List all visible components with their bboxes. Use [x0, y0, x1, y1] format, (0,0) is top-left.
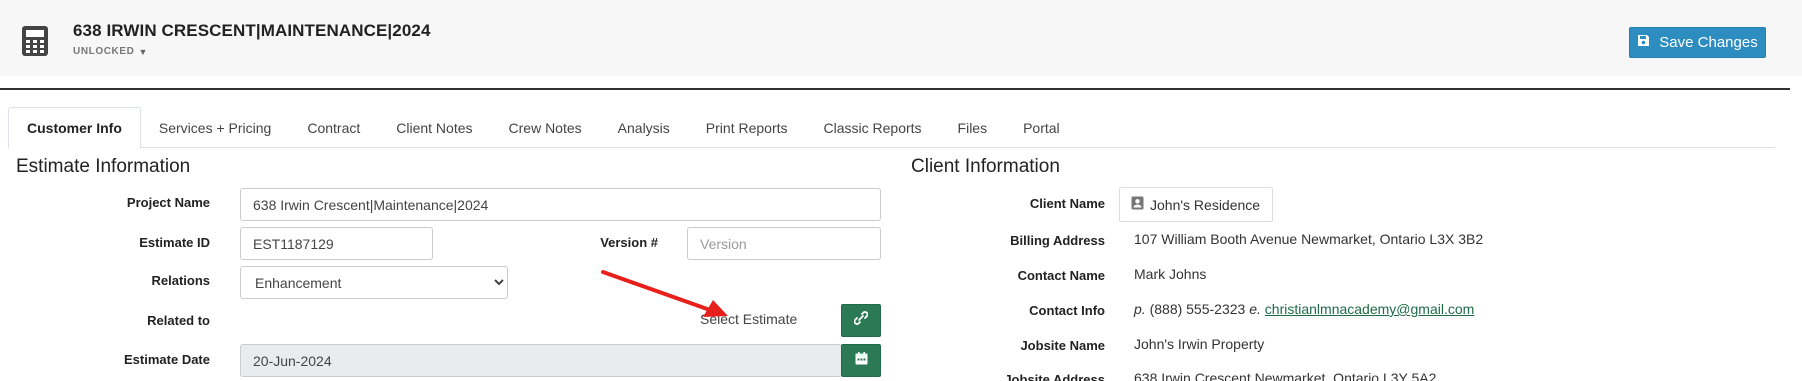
tab-bar: Customer Info Services + Pricing Contrac… — [8, 107, 1775, 149]
jobsite-name-value: John's Irwin Property — [1134, 336, 1265, 352]
jobsite-address-value: 638 Irwin Crescent Newmarket, Ontario L3… — [1134, 370, 1437, 381]
floppy-disk-icon — [1637, 34, 1650, 51]
header-divider — [0, 88, 1790, 90]
tab-crew-notes[interactable]: Crew Notes — [491, 107, 600, 148]
relations-select[interactable]: Enhancement — [240, 266, 508, 299]
tab-customer-info[interactable]: Customer Info — [8, 107, 141, 149]
contact-info-label: Contact Info — [1029, 303, 1105, 318]
client-section-title: Client Information — [911, 156, 1060, 177]
relations-label: Relations — [151, 273, 210, 288]
client-name-chip[interactable]: John's Residence — [1119, 187, 1274, 222]
estimate-id-input[interactable] — [240, 227, 433, 260]
email-prefix: e. — [1249, 301, 1261, 317]
project-name-input[interactable] — [240, 188, 881, 221]
estimate-section-title: Estimate Information — [16, 156, 191, 177]
phone-value: (888) 555-2323 — [1149, 301, 1246, 317]
tab-client-notes[interactable]: Client Notes — [378, 107, 490, 148]
jobsite-address-label: Jobsite Address — [1004, 372, 1105, 381]
billing-address-value: 107 William Booth Avenue Newmarket, Onta… — [1134, 231, 1484, 247]
estimate-date-label: Estimate Date — [124, 352, 210, 367]
version-label: Version # — [600, 235, 658, 250]
save-changes-button[interactable]: Save Changes — [1629, 27, 1766, 58]
project-name-label: Project Name — [126, 195, 210, 210]
select-estimate-label: Select Estimate — [700, 311, 798, 327]
calendar-icon — [855, 351, 868, 370]
client-name-value: John's Residence — [1150, 196, 1261, 213]
tab-analysis[interactable]: Analysis — [600, 107, 688, 148]
tab-portal[interactable]: Portal — [1005, 107, 1078, 148]
lock-status-dropdown[interactable]: UNLOCKED ▼ — [73, 46, 148, 57]
contact-card-icon — [1131, 196, 1144, 213]
date-picker-button[interactable] — [841, 344, 881, 377]
estimate-id-label: Estimate ID — [139, 235, 210, 250]
contact-name-label: Contact Name — [1017, 268, 1105, 283]
related-to-label: Related to — [147, 313, 210, 328]
jobsite-name-label: Jobsite Name — [1020, 338, 1105, 353]
link-estimate-button[interactable] — [841, 304, 881, 337]
version-input[interactable] — [687, 227, 881, 260]
tab-classic-reports[interactable]: Classic Reports — [806, 107, 940, 148]
tab-print-reports[interactable]: Print Reports — [688, 107, 806, 148]
contact-info-value: p. (888) 555-2323 e. christianlmnacademy… — [1134, 301, 1474, 317]
client-name-label: Client Name — [1029, 196, 1105, 211]
tab-services-pricing[interactable]: Services + Pricing — [141, 107, 289, 148]
estimate-date-input[interactable] — [240, 344, 842, 377]
billing-address-label: Billing Address — [1010, 233, 1105, 248]
contact-name-value: Mark Johns — [1134, 266, 1207, 282]
page-title: 638 IRWIN CRESCENT|MAINTENANCE|2024 — [73, 21, 431, 40]
tab-contract[interactable]: Contract — [289, 107, 378, 148]
phone-prefix: p. — [1134, 301, 1146, 317]
link-icon — [853, 311, 869, 330]
email-link[interactable]: christianlmnacademy@gmail.com — [1265, 301, 1475, 317]
save-changes-label: Save Changes — [1659, 34, 1758, 51]
page-header: 638 IRWIN CRESCENT|MAINTENANCE|2024 UNLO… — [0, 0, 1802, 76]
caret-down-icon: ▼ — [138, 46, 148, 57]
lock-status-label: UNLOCKED — [73, 46, 135, 57]
tab-files[interactable]: Files — [940, 107, 1006, 148]
calculator-icon — [22, 26, 48, 56]
